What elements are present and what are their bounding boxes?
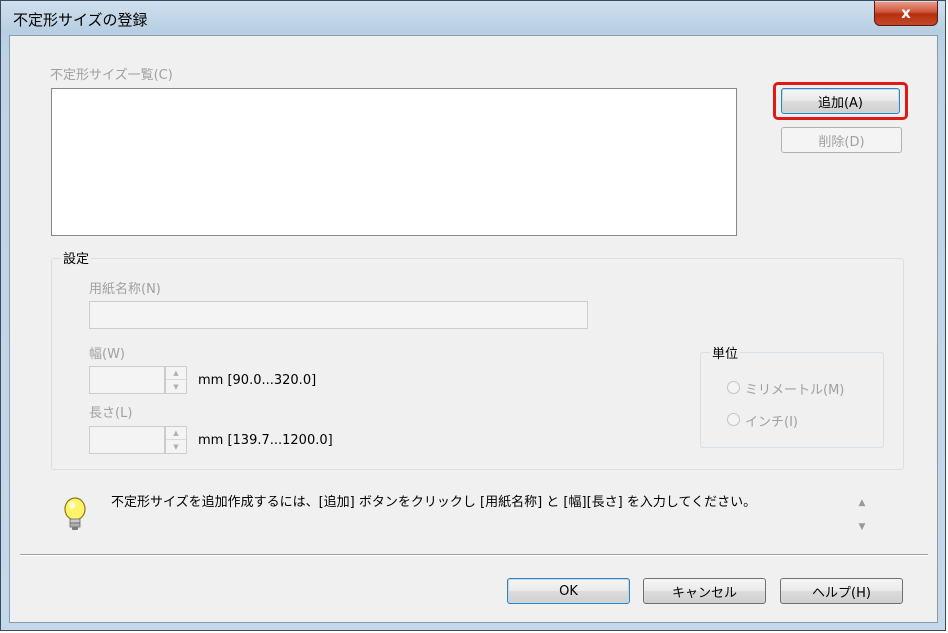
spin-up-icon[interactable]: ▲ <box>166 427 186 440</box>
width-stepper[interactable]: ▲ ▼ <box>165 366 187 394</box>
ok-button[interactable]: OK <box>507 578 630 604</box>
radio-millimeter-label[interactable]: ミリメートル(M) <box>745 379 844 398</box>
add-button[interactable]: 追加(A) <box>781 88 900 114</box>
hint-scrollbar[interactable]: ▲ ▼ <box>853 491 871 539</box>
separator <box>20 554 928 556</box>
paper-name-input[interactable] <box>89 301 588 329</box>
size-list-label: 不定形サイズ一覧(C) <box>50 68 173 83</box>
width-input[interactable] <box>89 366 165 394</box>
title-bar[interactable]: 不定形サイズの登録 x <box>1 1 947 35</box>
window-title: 不定形サイズの登録 <box>13 11 148 29</box>
radio-inch[interactable] <box>727 413 740 426</box>
width-label: 幅(W) <box>89 347 125 362</box>
length-label: 長さ(L) <box>89 406 133 421</box>
close-icon: x <box>901 4 911 22</box>
cancel-button-label: キャンセル <box>671 585 737 601</box>
unit-group <box>700 352 884 448</box>
cancel-button[interactable]: キャンセル <box>643 578 766 604</box>
hint-text: 不定形サイズを追加作成するには、[追加] ボタンをクリックし [用紙名称] と … <box>111 495 757 510</box>
radio-inch-label[interactable]: インチ(I) <box>745 411 798 430</box>
size-list[interactable] <box>51 88 737 236</box>
scroll-up-icon[interactable]: ▲ <box>853 491 871 515</box>
ok-button-label: OK <box>559 583 578 599</box>
close-button[interactable]: x <box>874 1 938 26</box>
lightbulb-icon <box>64 497 86 530</box>
settings-group-title: 設定 <box>61 248 92 267</box>
help-button[interactable]: ヘルプ(H) <box>780 578 903 604</box>
spin-down-icon[interactable]: ▼ <box>166 380 186 393</box>
length-stepper[interactable]: ▲ ▼ <box>165 426 187 454</box>
length-input[interactable] <box>89 426 165 454</box>
delete-button-label: 削除(D) <box>818 134 865 150</box>
spin-down-icon[interactable]: ▼ <box>166 440 186 453</box>
radio-millimeter[interactable] <box>727 381 740 394</box>
unit-group-title: 単位 <box>710 343 741 362</box>
help-button-label: ヘルプ(H) <box>812 585 871 601</box>
length-range: mm [139.7...1200.0] <box>198 433 333 448</box>
delete-button[interactable]: 削除(D) <box>781 127 902 153</box>
width-range: mm [90.0...320.0] <box>198 373 317 388</box>
dialog-client-area: 不定形サイズ一覧(C) 追加(A) 削除(D) 設定 用紙名称(N) 幅(W) … <box>9 35 938 623</box>
add-button-label: 追加(A) <box>817 95 864 111</box>
dialog-window: 不定形サイズの登録 x 不定形サイズ一覧(C) 追加(A) 削除(D) 設定 用… <box>0 0 946 631</box>
spin-up-icon[interactable]: ▲ <box>166 367 186 380</box>
paper-name-label: 用紙名称(N) <box>89 282 161 297</box>
scroll-down-icon[interactable]: ▼ <box>853 515 871 539</box>
